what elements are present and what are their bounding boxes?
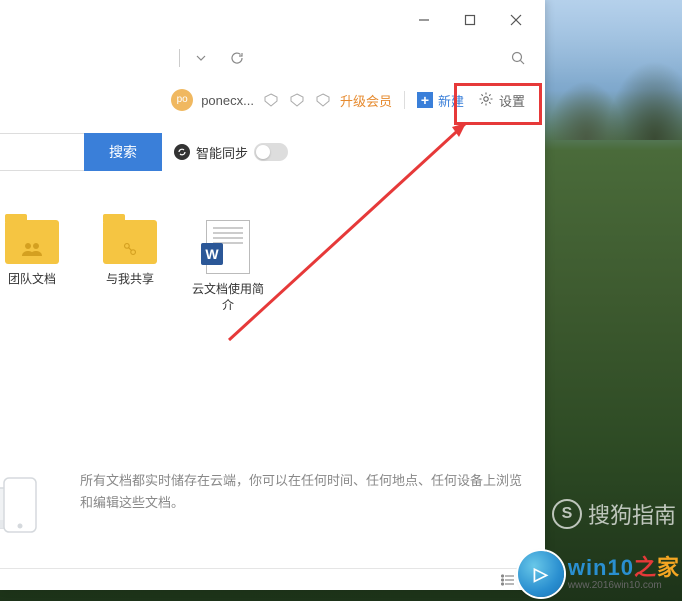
badge-icon-3: [314, 91, 332, 109]
devices-illustration: [0, 470, 62, 540]
watermark-url: www.2016win10.com: [568, 581, 680, 591]
settings-label: 设置: [499, 91, 525, 110]
folder-icon: [5, 220, 59, 264]
refresh-button[interactable]: [222, 44, 252, 72]
sync-label: 智能同步: [196, 143, 248, 162]
smart-sync-area: 智能同步: [174, 143, 288, 162]
settings-button[interactable]: 设置: [472, 87, 531, 114]
folder-icon: [103, 220, 157, 264]
files-area: 团队文档 与我共享 W 云文档使用简介: [0, 180, 545, 323]
search-icon: [505, 51, 531, 65]
folder-team-docs[interactable]: 团队文档: [2, 220, 62, 313]
upgrade-link[interactable]: 升级会员: [340, 91, 392, 110]
sogou-logo-icon: S: [552, 499, 582, 529]
plus-icon: +: [417, 92, 433, 108]
folder-label: 与我共享: [106, 272, 154, 288]
docs-search-input[interactable]: [0, 133, 84, 171]
watermark-win10: ▷ win10之家 www.2016win10.com: [518, 547, 682, 601]
status-bar: [0, 568, 545, 590]
address-row: [0, 40, 545, 76]
new-button[interactable]: + 新建: [417, 91, 464, 110]
win10-logo-icon: ▷: [518, 551, 564, 597]
maximize-button[interactable]: [447, 2, 493, 38]
file-cloud-doc-guide[interactable]: W 云文档使用简介: [198, 220, 258, 313]
new-button-label: 新建: [438, 91, 464, 110]
watermark-sogou-text: 搜狗指南: [588, 498, 676, 530]
sync-toggle[interactable]: [254, 143, 288, 161]
avatar[interactable]: po: [171, 89, 193, 111]
search-row: 搜索 智能同步: [0, 124, 545, 180]
word-doc-icon: W: [206, 220, 250, 274]
address-search-input[interactable]: [258, 44, 499, 72]
close-button[interactable]: [493, 2, 539, 38]
file-label: 云文档使用简介: [192, 282, 264, 313]
dropdown-button[interactable]: [186, 44, 216, 72]
watermark-brand: win10之家: [568, 557, 680, 579]
badge-icon-1: [262, 91, 280, 109]
toolbar: po ponecx... 升级会员 + 新建 设置: [0, 76, 545, 124]
search-button[interactable]: 搜索: [84, 133, 162, 171]
info-panel: 所有文档都实时储存在云端，你可以在任何时间、任何地点、任何设备上浏览和编辑这些文…: [0, 452, 545, 568]
info-text: 所有文档都实时储存在云端，你可以在任何时间、任何地点、任何设备上浏览和编辑这些文…: [80, 470, 523, 514]
minimize-button[interactable]: [401, 2, 447, 38]
list-view-icon[interactable]: [501, 573, 515, 587]
folder-label: 团队文档: [8, 272, 56, 288]
sync-icon: [174, 144, 190, 160]
titlebar: [0, 0, 545, 40]
watermark-sogou: S 搜狗指南: [552, 498, 676, 530]
badge-icon-2: [288, 91, 306, 109]
gear-icon: [478, 91, 494, 110]
folder-shared-with-me[interactable]: 与我共享: [100, 220, 160, 313]
app-window: po ponecx... 升级会员 + 新建 设置: [0, 0, 545, 590]
username: ponecx...: [201, 93, 254, 108]
